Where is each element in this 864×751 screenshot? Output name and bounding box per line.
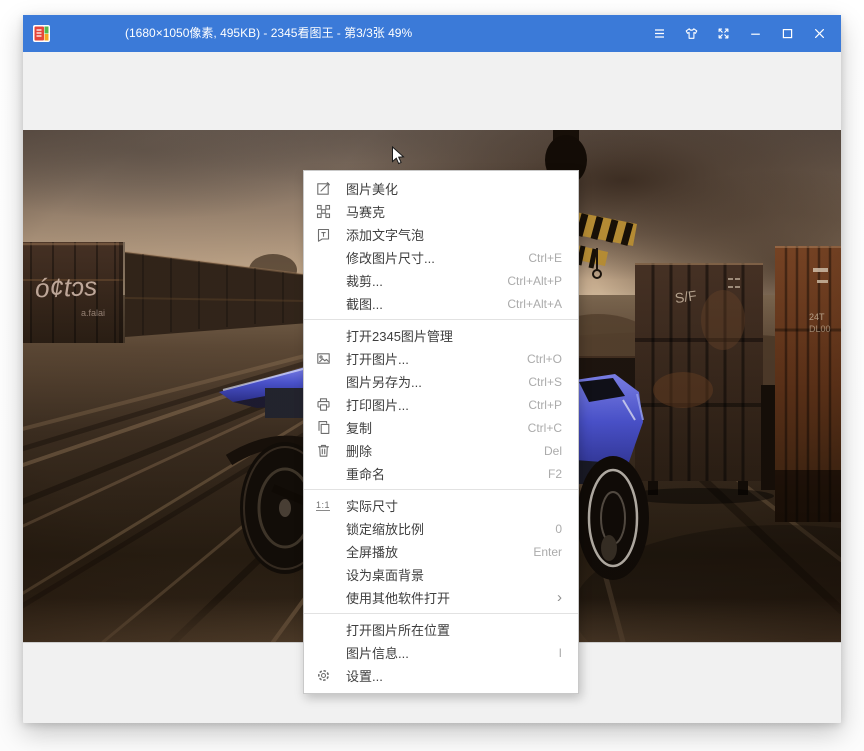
settings-gear-icon bbox=[316, 668, 337, 684]
menu-separator bbox=[304, 489, 578, 490]
menu-item-lock-zoom[interactable]: 锁定缩放比例 0 bbox=[304, 517, 578, 540]
minimize-icon bbox=[748, 26, 763, 41]
menu-item-beautify[interactable]: 图片美化 bbox=[304, 177, 578, 200]
close-icon bbox=[812, 26, 827, 41]
menu-item-print[interactable]: 打印图片... Ctrl+P bbox=[304, 393, 578, 416]
menu-item-open-manager[interactable]: 打开2345图片管理 bbox=[304, 324, 578, 347]
fullscreen-button[interactable] bbox=[707, 15, 739, 52]
menu-item-save-as[interactable]: 图片另存为... Ctrl+S bbox=[304, 370, 578, 393]
context-menu: 图片美化 马赛克 添加文字气泡 修改图片尺寸... Ctrl+E bbox=[303, 170, 579, 694]
menu-item-screenshot[interactable]: 截图... Ctrl+Alt+A bbox=[304, 292, 578, 315]
menu-item-resize[interactable]: 修改图片尺寸... Ctrl+E bbox=[304, 246, 578, 269]
menu-separator bbox=[304, 319, 578, 320]
menu-item-settings[interactable]: 设置... bbox=[304, 664, 578, 687]
menu-item-open-location[interactable]: 打开图片所在位置 bbox=[304, 618, 578, 641]
menu-separator bbox=[304, 613, 578, 614]
menu-item-copy[interactable]: 复制 Ctrl+C bbox=[304, 416, 578, 439]
menu-item-mosaic[interactable]: 马赛克 bbox=[304, 200, 578, 223]
viewer-window: (1680×1050像素, 495KB) - 2345看图王 - 第3/3张 4… bbox=[23, 15, 841, 723]
menu-item-rename[interactable]: 重命名 F2 bbox=[304, 462, 578, 485]
maximize-button[interactable] bbox=[771, 15, 803, 52]
menu-item-crop[interactable]: 裁剪... Ctrl+Alt+P bbox=[304, 269, 578, 292]
printer-icon bbox=[316, 397, 337, 413]
menu-item-fullscreen-play[interactable]: 全屏播放 Enter bbox=[304, 540, 578, 563]
menu-item-actual-size[interactable]: 1:1 实际尺寸 bbox=[304, 494, 578, 517]
window-controls bbox=[643, 15, 835, 52]
maximize-icon bbox=[780, 26, 795, 41]
skin-button[interactable] bbox=[675, 15, 707, 52]
menu-item-delete[interactable]: 删除 Del bbox=[304, 439, 578, 462]
open-image-icon bbox=[316, 351, 337, 367]
fullscreen-icon bbox=[716, 26, 731, 41]
copy-icon bbox=[316, 420, 337, 436]
titlebar[interactable]: (1680×1050像素, 495KB) - 2345看图王 - 第3/3张 4… bbox=[23, 15, 841, 52]
main-menu-button[interactable] bbox=[643, 15, 675, 52]
trash-icon bbox=[316, 443, 337, 459]
app-logo-icon bbox=[33, 25, 50, 42]
menu-item-open-with[interactable]: 使用其他软件打开 › bbox=[304, 586, 578, 609]
menu-item-set-wallpaper[interactable]: 设为桌面背景 bbox=[304, 563, 578, 586]
actual-size-icon: 1:1 bbox=[316, 498, 337, 514]
submenu-arrow-icon: › bbox=[557, 590, 562, 605]
close-button[interactable] bbox=[803, 15, 835, 52]
text-bubble-icon bbox=[316, 227, 337, 243]
mosaic-icon bbox=[316, 204, 337, 220]
menu-item-add-text-bubble[interactable]: 添加文字气泡 bbox=[304, 223, 578, 246]
screen: (1680×1050像素, 495KB) - 2345看图王 - 第3/3张 4… bbox=[0, 0, 864, 751]
skin-icon bbox=[684, 26, 699, 41]
beautify-icon bbox=[316, 181, 337, 197]
minimize-button[interactable] bbox=[739, 15, 771, 52]
menu-icon bbox=[652, 26, 667, 41]
menu-item-open-image[interactable]: 打开图片... Ctrl+O bbox=[304, 347, 578, 370]
menu-item-image-info[interactable]: 图片信息... I bbox=[304, 641, 578, 664]
window-title: (1680×1050像素, 495KB) - 2345看图王 - 第3/3张 4… bbox=[125, 15, 412, 52]
